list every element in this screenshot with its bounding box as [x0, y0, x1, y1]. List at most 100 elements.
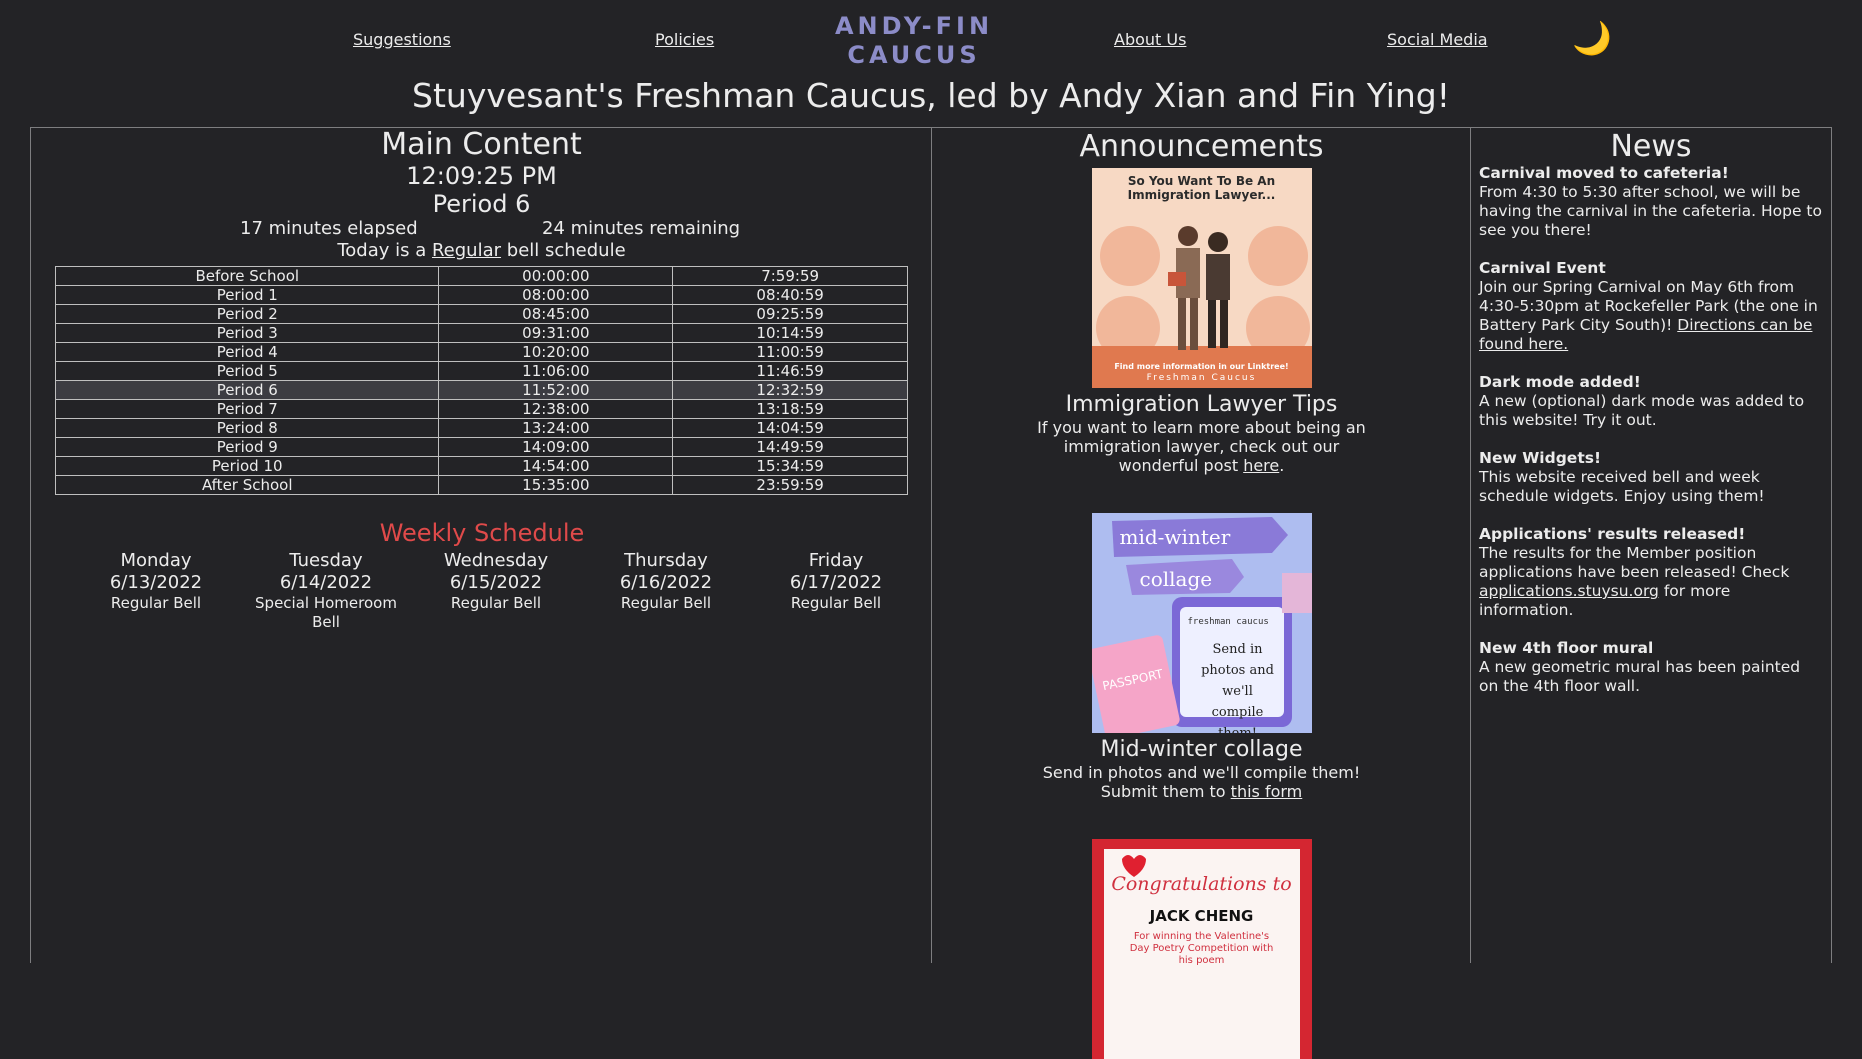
- announcements-title: Announcements: [1079, 129, 1324, 164]
- valentines-poster[interactable]: Congratulations to JACK CHENG For winnin…: [1091, 839, 1312, 1059]
- bell-row: Period 10 14:54:00 15:34:59: [54, 456, 908, 476]
- bell-row: Before School 00:00:00 7:59:59: [54, 266, 908, 286]
- today-schedule-line: Today is a Regular bell schedule: [31, 240, 932, 262]
- news-body-text: Join our Spring Carnival on May 6th from…: [1479, 278, 1823, 354]
- news-headline: New 4th floor mural: [1479, 639, 1654, 657]
- page-headline: Stuyvesant's Freshman Caucus, led by And…: [412, 76, 1450, 115]
- announcement-card: So You Want To Be An Immigration Lawyer.…: [932, 168, 1471, 475]
- bell-name-cell: Period 5: [54, 361, 440, 381]
- bell-start-cell: 13:24:00: [438, 418, 674, 438]
- minutes-remaining: 24 minutes remaining: [542, 218, 741, 239]
- announcement-link[interactable]: this form: [1231, 782, 1303, 801]
- weekday-date: 6/17/2022: [789, 572, 883, 593]
- bell-end-cell: 14:04:59: [672, 418, 908, 438]
- weekday-column: Tuesday 6/14/2022 Special Homeroom Bell: [241, 550, 411, 632]
- weekday-bell-type: Regular Bell: [450, 594, 542, 612]
- nav-suggestions-link[interactable]: Suggestions: [353, 30, 451, 49]
- main-content-title: Main Content: [381, 127, 582, 162]
- bell-start-cell: 08:00:00: [438, 285, 674, 305]
- bell-name-cell: Period 2: [54, 304, 440, 324]
- news-item: Carnival Event Join our Spring Carnival o…: [1479, 259, 1823, 354]
- weekday-date: 6/14/2022: [279, 572, 373, 593]
- bell-end-cell: 09:25:59: [672, 304, 908, 324]
- announcement-title: Immigration Lawyer Tips: [1065, 392, 1338, 417]
- bell-row: Period 1 08:00:00 08:40:59: [54, 285, 908, 305]
- bell-row: After School 15:35:00 23:59:59: [54, 475, 908, 495]
- bell-name-cell: Period 3: [54, 323, 440, 343]
- today-schedule-link[interactable]: Regular: [432, 240, 501, 261]
- bell-name-cell: Period 7: [54, 399, 440, 419]
- weekday-column: Thursday 6/16/2022 Regular Bell: [581, 550, 751, 632]
- news-headline: Carnival Event: [1479, 259, 1606, 277]
- main-content-panel: Main Content 12:09:25 PM Period 6 17 min…: [30, 127, 932, 963]
- news-body-text: A new geometric mural has been painted o…: [1479, 658, 1823, 696]
- weekly-schedule-title: Weekly Schedule: [379, 519, 585, 547]
- bell-row: Period 8 13:24:00 14:04:59: [54, 418, 908, 438]
- bell-name-cell: After School: [54, 475, 440, 495]
- news-link[interactable]: applications.stuysu.org: [1479, 582, 1659, 600]
- weekday-name: Tuesday: [289, 550, 363, 571]
- bell-start-cell: 15:35:00: [438, 475, 674, 495]
- nav-policies-link[interactable]: Policies: [655, 30, 714, 49]
- news-body: The results for the Member position appl…: [1479, 544, 1790, 581]
- weekday-bell-type: Regular Bell: [620, 594, 712, 612]
- news-headline: Carnival moved to cafeteria!: [1479, 164, 1729, 182]
- bell-schedule-table: Before School 00:00:00 7:59:59 Period 1 08:0…: [54, 266, 908, 495]
- bell-end-cell: 11:00:59: [672, 342, 908, 362]
- bell-end-cell: 23:59:59: [672, 475, 908, 495]
- bell-end-cell: 08:40:59: [672, 285, 908, 305]
- period-progress: 17 minutes elapsed 24 minutes remaining: [31, 218, 932, 240]
- bell-end-cell: 13:18:59: [672, 399, 908, 419]
- announcement-title: Mid-winter collage: [1100, 737, 1303, 762]
- minutes-elapsed: 17 minutes elapsed: [240, 218, 418, 239]
- mid-winter-collage-poster[interactable]: mid-winter collage freshman caucus Send …: [1091, 513, 1312, 733]
- nav-about-link[interactable]: About Us: [1114, 30, 1186, 49]
- bell-row: Period 7 12:38:00 13:18:59: [54, 399, 908, 419]
- bell-name-cell: Before School: [54, 266, 440, 286]
- bell-start-cell: 09:31:00: [438, 323, 674, 343]
- announcements-panel: Announcements So You Want To Be An Immig…: [931, 127, 1471, 1059]
- weekday-name: Wednesday: [443, 550, 549, 571]
- bell-name-cell: Period 1: [54, 285, 440, 305]
- weekday-column: Wednesday 6/15/2022 Regular Bell: [411, 550, 581, 632]
- bell-row: Period 6 11:52:00 12:32:59: [54, 380, 908, 400]
- dark-mode-toggle-icon[interactable]: 🌙: [1572, 18, 1612, 58]
- news-title: News: [1610, 129, 1692, 164]
- bell-start-cell: 08:45:00: [438, 304, 674, 324]
- weekday-date: 6/16/2022: [619, 572, 713, 593]
- news-body-text: From 4:30 to 5:30 after school, we will …: [1479, 183, 1823, 240]
- poster-text: For winning the Valentine's Day Poetry C…: [1129, 931, 1274, 966]
- logo-line-1: ANDY-FIN: [834, 12, 994, 40]
- announcement-card: mid-winter collage freshman caucus Send …: [932, 513, 1471, 801]
- poster-title-line1: mid-winter: [1119, 525, 1231, 549]
- bell-name-cell: Period 10: [54, 456, 440, 476]
- news-list: Carnival moved to cafeteria! From 4:30 to…: [1471, 164, 1831, 696]
- poster-text: Send in photos and we'll compile them!: [1201, 642, 1274, 733]
- bell-name-cell: Period 4: [54, 342, 440, 362]
- news-item: New Widgets! This website received bell a…: [1479, 449, 1823, 506]
- weekday-bell-type: Special Homeroom Bell: [255, 594, 397, 631]
- poster-footer: Find more information in our Linktree!: [1114, 362, 1289, 371]
- site-logo[interactable]: ANDY-FIN CAUCUS: [830, 12, 998, 70]
- immigration-lawyer-poster[interactable]: So You Want To Be An Immigration Lawyer.…: [1091, 168, 1312, 388]
- news-body: From 4:30 to 5:30 after school, we will …: [1479, 183, 1822, 239]
- bell-name-cell: Period 8: [54, 418, 440, 438]
- weekday-column: Friday 6/17/2022 Regular Bell: [751, 550, 921, 632]
- today-prefix: Today is a: [337, 240, 427, 261]
- bell-start-cell: 11:06:00: [438, 361, 674, 381]
- announcement-text: Send in photos and we'll compile them! S…: [1022, 763, 1382, 801]
- nav-social-link[interactable]: Social Media: [1387, 30, 1488, 49]
- news-item: Applications' results released! The resul…: [1479, 525, 1823, 620]
- news-body-text: The results for the Member position appl…: [1479, 544, 1823, 620]
- weekday-name: Monday: [120, 550, 192, 571]
- announcement-link[interactable]: here: [1243, 456, 1279, 475]
- announcement-body: If you want to learn more about being an…: [1037, 418, 1366, 475]
- bell-row: Period 9 14:09:00 14:49:59: [54, 437, 908, 457]
- bell-name-cell: Period 6: [54, 380, 440, 400]
- weekday-column: Monday 6/13/2022 Regular Bell: [71, 550, 241, 632]
- news-body: This website received bell and week sche…: [1479, 468, 1765, 505]
- news-body: A new (optional) dark mode was added to …: [1479, 392, 1805, 429]
- weekday-date: 6/15/2022: [449, 572, 543, 593]
- news-item: Dark mode added! A new (optional) dark mo…: [1479, 373, 1823, 430]
- bell-name-cell: Period 9: [54, 437, 440, 457]
